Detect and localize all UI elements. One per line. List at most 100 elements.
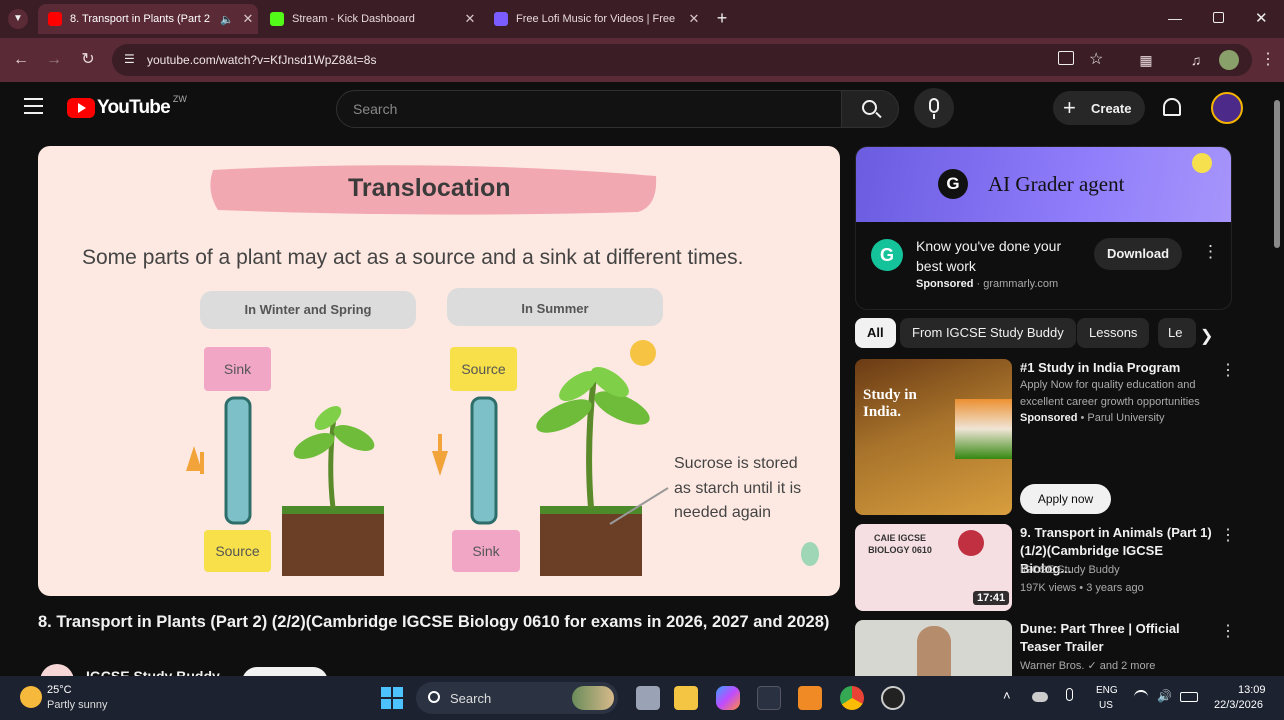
weather-text[interactable]: Partly sunny [47, 699, 108, 711]
plus-icon: + [1063, 95, 1076, 120]
weather-icon[interactable] [20, 686, 42, 708]
back-arrow-icon[interactable]: ← [11, 50, 31, 70]
task-view-icon[interactable] [636, 686, 660, 710]
col2-top-label: Source [450, 347, 517, 391]
col2-bottom-label: Sink [452, 530, 520, 572]
more-options-icon[interactable]: ⋮ [1220, 525, 1236, 545]
url-text[interactable]: youtube.com/watch?v=KfJnsd1WpZ8&t=8s [147, 53, 376, 67]
chip-lessons[interactable]: Lessons [1077, 318, 1150, 348]
reload-icon[interactable]: ↻ [78, 50, 98, 70]
close-tab-icon[interactable]: ✕ [238, 11, 258, 27]
maximize-window-button[interactable] [1213, 12, 1224, 23]
install-app-icon[interactable] [1058, 51, 1074, 65]
profile-avatar[interactable] [1219, 50, 1239, 70]
chip-partial[interactable]: Le [1158, 318, 1196, 348]
weather-temp[interactable]: 25°C [47, 684, 72, 696]
forward-arrow-icon[interactable]: → [44, 50, 64, 70]
extensions-icon[interactable]: ▦ [1136, 50, 1156, 70]
lang-line1[interactable]: ENG [1096, 685, 1118, 696]
notifications-bell-icon[interactable] [1163, 98, 1181, 116]
page-scrollbar[interactable] [1272, 88, 1282, 676]
davinci-resolve-icon[interactable] [757, 686, 781, 710]
create-button[interactable]: + Create [1053, 91, 1145, 125]
rec-title[interactable]: #1 Study in India Program [1020, 359, 1215, 377]
duration-badge: 17:41 [973, 591, 1010, 605]
heart-icon [958, 530, 984, 556]
hamburger-menu-icon[interactable] [24, 98, 43, 114]
microphone-tray-icon[interactable] [1066, 688, 1073, 701]
tab-lofi-music[interactable]: Free Lofi Music for Videos | Free ✕ [484, 4, 704, 34]
apply-now-button[interactable]: Apply now [1020, 484, 1111, 514]
tab-transport-in-plants[interactable]: 8. Transport in Plants (Part 2 🔈 ✕ [38, 4, 258, 34]
slide-graphic [186, 165, 819, 576]
rec-thumbnail-dune[interactable] [855, 620, 1012, 676]
speaker-icon[interactable]: 🔈 [220, 13, 234, 26]
rec-channel[interactable]: IGCSE Study Buddy [1020, 562, 1220, 579]
video-player[interactable]: Translocation Some parts of a plant may … [38, 146, 840, 596]
media-controls-icon[interactable]: ♫ [1186, 50, 1206, 70]
chip-all[interactable]: All [855, 318, 896, 348]
taskbar-search[interactable]: Search [416, 682, 618, 714]
chrome-icon[interactable] [840, 686, 864, 710]
chip-from-channel[interactable]: From IGCSE Study Buddy [900, 318, 1076, 348]
create-label: Create [1091, 101, 1132, 116]
rec-description: Apply Now for quality education and exce… [1020, 379, 1200, 408]
thumb-text: CAIE IGCSE BIOLOGY 0610 [868, 533, 932, 555]
microphone-icon [929, 98, 939, 113]
close-window-button[interactable]: ✕ [1255, 9, 1268, 27]
account-avatar[interactable] [1211, 92, 1243, 124]
close-tab-icon[interactable]: ✕ [460, 11, 480, 27]
battery-icon[interactable] [1180, 692, 1198, 702]
ad-banner[interactable]: G AI Grader agent [856, 147, 1231, 222]
search-button[interactable] [841, 90, 899, 128]
volume-icon[interactable]: 🔊 [1157, 689, 1172, 703]
ad-more-icon[interactable]: ⋮ [1202, 242, 1219, 262]
clock-time[interactable]: 13:09 [1238, 684, 1266, 696]
clock-date[interactable]: 22/3/2026 [1214, 699, 1263, 711]
slide-note: Sucrose is stored as starch until it is … [674, 455, 802, 521]
show-hidden-icons-icon[interactable]: ˄ [1003, 688, 1011, 703]
chips-next-arrow-icon[interactable]: ❯ [1200, 326, 1213, 346]
browser-menu-icon[interactable]: ⋮ [1258, 50, 1278, 70]
rec-title[interactable]: Dune: Part Three | Official Teaser Trail… [1020, 620, 1215, 656]
taskbar-search-label: Search [450, 691, 492, 706]
country-code: ZW [172, 94, 187, 104]
onedrive-icon[interactable] [1032, 692, 1048, 702]
sponsored-label: Sponsored [1020, 412, 1078, 424]
copilot-icon[interactable] [716, 686, 740, 710]
bookmark-star-icon[interactable]: ☆ [1089, 49, 1103, 69]
wifi-icon[interactable] [1134, 690, 1148, 704]
ad-domain: grammarly.com [983, 278, 1059, 290]
more-options-icon[interactable]: ⋮ [1220, 360, 1236, 380]
ad-card[interactable]: G AI Grader agent G Know you've done you… [855, 146, 1232, 310]
rec-channel[interactable]: Warner Bros. ✓ and 2 more [1020, 658, 1220, 675]
windows-taskbar: 25°C Partly sunny Search ˄ ENG US 🔊 13:0… [0, 676, 1284, 720]
ad-download-button[interactable]: Download [1094, 238, 1182, 270]
search-input[interactable]: Search [336, 90, 842, 128]
file-explorer-icon[interactable] [674, 686, 698, 710]
site-info-icon[interactable]: ☰ [124, 52, 135, 66]
address-bar[interactable]: ☰ youtube.com/watch?v=KfJnsd1WpZ8&t=8s ☆ [112, 44, 1252, 76]
col2-header: In Summer [521, 301, 589, 316]
rec-thumbnail-transport-animals[interactable]: CAIE IGCSE BIOLOGY 0610 17:41 [855, 524, 1012, 611]
start-button-icon[interactable] [381, 687, 403, 709]
new-tab-button[interactable]: + [712, 8, 732, 29]
tab-list-dropdown-button[interactable]: ▼ [8, 9, 28, 29]
kick-favicon-icon [270, 12, 284, 26]
col1-header: In Winter and Spring [244, 302, 372, 317]
obs-icon[interactable] [881, 686, 905, 710]
minimize-window-button[interactable]: — [1168, 10, 1184, 26]
scrollbar-thumb[interactable] [1274, 100, 1280, 248]
fl-studio-icon[interactable] [798, 686, 822, 710]
voice-search-button[interactable] [914, 88, 954, 128]
tab-kick-dashboard[interactable]: Stream - Kick Dashboard ✕ [260, 4, 480, 34]
rec-sponsor-line: Sponsored • Parul University [1020, 412, 1165, 424]
youtube-logo[interactable]: YouTube ZW [67, 94, 187, 120]
more-options-icon[interactable]: ⋮ [1220, 621, 1236, 641]
rec-thumbnail-study-india[interactable]: Study in India. [855, 359, 1012, 515]
youtube-header: YouTube ZW Search + Create [0, 82, 1270, 134]
lang-line2[interactable]: US [1099, 700, 1113, 711]
lightbulb-icon [1192, 153, 1212, 173]
close-tab-icon[interactable]: ✕ [684, 11, 704, 27]
youtube-play-icon [67, 98, 95, 118]
